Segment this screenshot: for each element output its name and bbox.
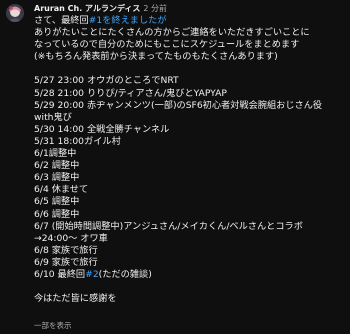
comment-intro: さて、最終回#1を終えましたが [34,15,346,27]
schedule-item: 6/6 調整中 [34,208,80,220]
paragraph-line: ありがたいことにたくさんの方からご連絡をいただきすごいことに [34,27,310,39]
schedule-item: 6/8 家族で旅行 [34,244,98,256]
closing-line: 今はただ皆に感謝を [34,293,117,305]
author-avatar[interactable] [6,4,24,22]
schedule-item: 6/9 家族で旅行 [34,256,98,268]
schedule-item: 5/31 18:00ガイル村 [34,135,121,147]
schedule-item: 6/2 調整中 [34,160,80,172]
final-note: (ただの雑談) [98,268,152,280]
intro-text: さて、最終回 [34,15,89,26]
comment: Aruran Ch. アルランディス 2 分前 さて、最終回#1を終えましたが あ… [0,0,350,334]
author-name[interactable]: Aruran Ch. アルランディス [34,4,140,13]
schedule-item: 5/29 20:00 赤ヂャンメンツ(一部)のSF6初心者対戦会腕組おじさん役 [34,99,323,111]
schedule-item: 5/28 21:00 りりぴ/ティアさん/鬼びとYAPYAP [34,87,227,99]
schedule-item: 6/7 (開始時間調整中)アンジュさん/メイカくん/ベルさんとコラボ [34,220,303,232]
show-less-link[interactable]: 一部を表示 [34,321,72,331]
schedule-item: 6/1調整中 [34,148,77,160]
schedule-item: 6/5 調整中 [34,196,80,208]
final-hashtag[interactable]: #2 [85,269,99,280]
paragraph-line: なっているので自分のためにもここにスケジュールをまとめます [34,39,300,51]
schedule-item: 6/4 休ませて [34,184,89,196]
schedule-item: 6/3 調整中 [34,172,80,184]
schedule-item: with鬼び [34,111,72,123]
paragraph-line: (※もちろん発表前から決まってたものもたくさんあります) [34,51,278,63]
final-date: 6/10 最終回 [34,268,86,280]
comment-body: さて、最終回#1を終えましたが ありがたいことにたくさんの方からご連絡をいただき… [34,15,346,305]
schedule-item: 5/27 23:00 オウガのところでNRT [34,75,179,87]
schedule-item-final: 6/10 最終回#2(ただの雑談) [34,269,346,281]
comment-timestamp[interactable]: 2 分前 [143,4,167,13]
schedule-item: 5/30 14:00 全戦全勝チャンネル [34,123,170,135]
episode-hashtag[interactable]: #1を終えましたが [89,15,167,26]
comment-header: Aruran Ch. アルランディス 2 分前 [34,3,167,15]
schedule-item: →24:00～ オワ車 [34,232,108,244]
